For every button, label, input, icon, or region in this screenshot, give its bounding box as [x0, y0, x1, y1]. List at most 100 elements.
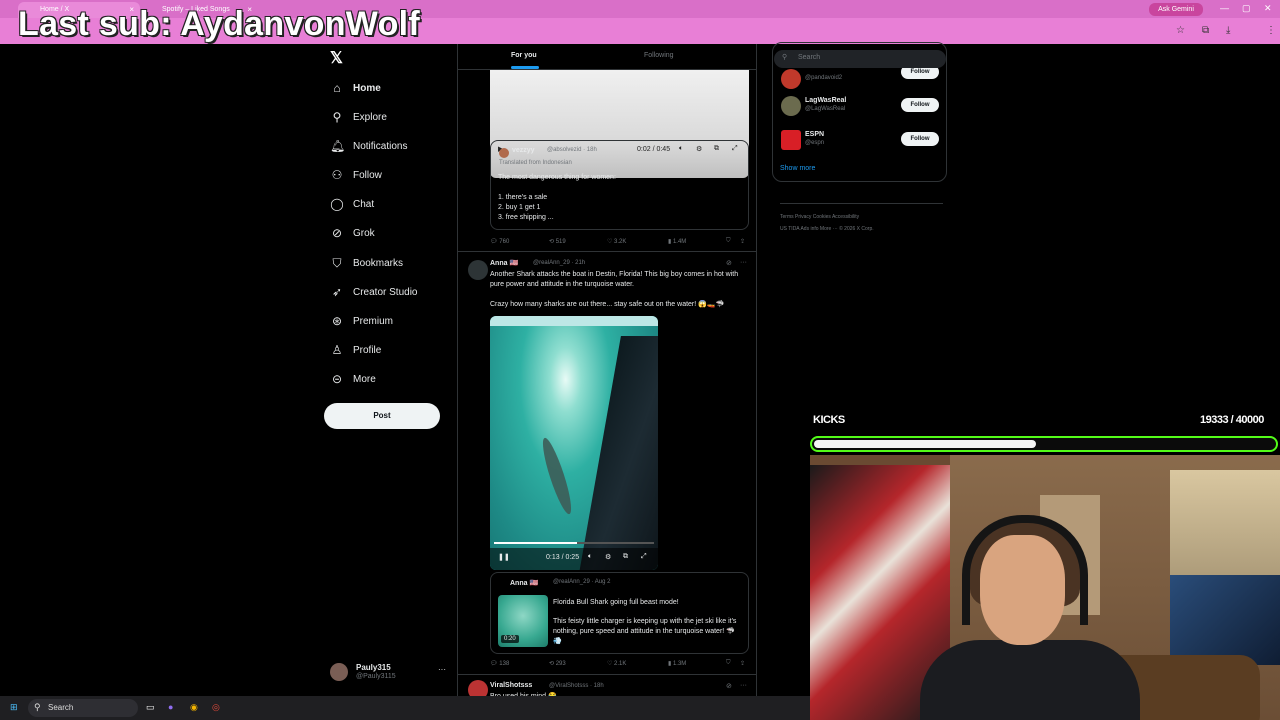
quoted-post[interactable]: Anna 🇺🇸 @realAnn_29 · Aug 2 0:20 Florida… [490, 572, 749, 654]
follow-suggestion[interactable]: ESPN @espn Follow [781, 128, 941, 154]
nav-explore[interactable]: ⚲ Explore [330, 106, 387, 128]
download-icon[interactable]: ⤓ [1226, 25, 1230, 36]
pip-icon[interactable]: ⧉ [623, 553, 628, 561]
tab-for-you[interactable]: For you [511, 52, 537, 59]
app-icon[interactable]: ● [168, 702, 173, 712]
kicks-goal-label: KICKS [813, 414, 845, 426]
follow-button[interactable]: Follow [901, 98, 939, 112]
bookmark-icon: ⛉ [332, 255, 342, 270]
nav-more[interactable]: ⊝ More [330, 368, 376, 390]
taskbar-search[interactable]: ⚲ Search [28, 699, 138, 717]
more-icon[interactable]: ··· [438, 665, 446, 674]
timeline-tabs: For you Following [458, 44, 756, 70]
account-handle: @pandavoid2 [805, 75, 843, 81]
footer-links[interactable]: Terms Privacy Cookies Accessibility [780, 214, 859, 220]
settings-icon[interactable]: ⚙ [605, 553, 611, 561]
search-icon: ⚲ [782, 54, 788, 61]
nav-label: Chat [353, 198, 375, 210]
grok-icon[interactable]: ⊘ [726, 259, 732, 267]
nav-label: Home [353, 82, 381, 94]
nav-notifications[interactable]: 🔔︎ Notifications [330, 135, 407, 157]
kicks-goal-count: 19333 / 40000 [1200, 414, 1264, 426]
like-button[interactable]: ♡ 3.2K [607, 238, 626, 245]
search-placeholder: Search [798, 54, 821, 61]
nav-home[interactable]: ⌂ Home [330, 77, 381, 99]
menu-icon[interactable]: ⋮ [1266, 25, 1276, 36]
rocket-icon: ➶ [331, 285, 343, 299]
grok-icon: ⊘ [331, 226, 343, 240]
author-name[interactable]: Anna 🇺🇸 [490, 259, 518, 267]
avatar[interactable] [468, 260, 488, 280]
account-switcher[interactable]: Pauly315 @Pauly3115 ··· [330, 661, 450, 685]
share-icon[interactable]: ⇪ [740, 238, 745, 245]
follow-button[interactable]: Follow [901, 132, 939, 146]
bookmark-icon[interactable]: ⛉ [726, 238, 731, 245]
quoted-post[interactable]: vezzyy @absolvezid · 18h Translated from… [490, 140, 749, 230]
more-icon[interactable]: ··· [740, 682, 747, 689]
nav-creator-studio[interactable]: ➶ Creator Studio [330, 281, 418, 303]
author-name: vezzyy [512, 147, 535, 154]
volume-icon[interactable]: 🔈︎ [588, 553, 592, 561]
post-button[interactable]: Post [324, 403, 440, 429]
browser-window-bar: Home / X × Spotify – Liked Songs × Ask Gem… [0, 0, 1280, 44]
maximize-icon[interactable]: ▢ [1242, 3, 1251, 14]
taskbar-search-label: Search [48, 703, 74, 712]
app-icon[interactable]: ◎ [212, 702, 220, 713]
account-name: LagWasReal [805, 97, 847, 104]
show-more-link[interactable]: Show more [780, 165, 815, 172]
minimize-icon[interactable]: — [1220, 3, 1229, 13]
x-logo-icon[interactable]: 𝕏 [330, 48, 343, 68]
author-handle[interactable]: @ViralShotsss · 18h [549, 683, 604, 689]
nav-follow[interactable]: ⚇ Follow [330, 164, 382, 186]
nav-label: Premium [353, 315, 394, 327]
grok-icon[interactable]: ⊘ [726, 682, 732, 690]
kicks-goal-fill [814, 440, 1036, 448]
more-icon[interactable]: ··· [740, 259, 747, 266]
nav-profile[interactable]: ♙ Profile [330, 339, 382, 361]
share-icon[interactable]: ⇪ [740, 660, 745, 667]
task-view-icon[interactable]: ▭ [146, 702, 155, 713]
nav-premium[interactable]: ⊛ Premium [330, 310, 393, 332]
divider [458, 251, 756, 252]
tab-following[interactable]: Following [644, 52, 674, 59]
post-text: 2. buy 1 get 1 [498, 204, 541, 211]
chat-icon: ◯ [330, 197, 344, 211]
author-handle[interactable]: @realAnn_29 · 21h [533, 260, 585, 266]
fullscreen-icon[interactable]: ⤢ [641, 553, 647, 561]
pause-icon[interactable]: ❚❚ [498, 553, 510, 561]
follow-suggestion[interactable]: @pandavoid2 Follow [781, 65, 941, 93]
profile-name: Pauly315 [356, 663, 391, 672]
nav-bookmarks[interactable]: ⛉ Bookmarks [330, 252, 403, 274]
nav-chat[interactable]: ◯ Chat [330, 193, 374, 215]
views-button[interactable]: ▮ 1.3M [668, 660, 686, 667]
author-name[interactable]: ViralShotsss [490, 682, 532, 689]
views-button[interactable]: ▮ 1.4M [668, 238, 686, 245]
star-icon[interactable]: ☆ [1176, 25, 1185, 36]
footer-links[interactable]: US TIDA Ads info More ··· © 2026 X Corp. [780, 226, 874, 232]
extensions-icon[interactable]: ⧉ [1202, 25, 1209, 36]
follow-suggestion[interactable]: LagWasReal @LagWasReal Follow [781, 94, 941, 120]
nav-grok[interactable]: ⊘ Grok [330, 222, 375, 244]
person-icon: ♙ [331, 343, 343, 357]
timeline: For you Following ▶ 0:02 / 0:45 🔈︎ ⚙ ⧉ ⤢… [457, 44, 757, 704]
like-button[interactable]: ♡ 2.1K [607, 660, 626, 667]
shark-video[interactable]: ❚❚ 0:13 / 0:25 🔈︎ ⚙ ⧉ ⤢ [490, 316, 658, 570]
video-duration: 0:20 [501, 635, 519, 643]
repost-button[interactable]: ⟲ 519 [549, 238, 566, 245]
close-window-icon[interactable]: ✕ [1264, 3, 1272, 14]
ask-gemini-button[interactable]: Ask Gemini [1149, 3, 1203, 16]
bookmark-icon[interactable]: ⛉ [726, 660, 731, 667]
webcam-poster [1170, 575, 1280, 665]
reply-button[interactable]: 💬︎ 138 [490, 660, 509, 667]
repost-button[interactable]: ⟲ 293 [549, 660, 566, 667]
search-input[interactable]: ⚲ Search [774, 50, 946, 68]
windows-start-icon[interactable]: ⊞ [10, 702, 18, 713]
avatar [499, 148, 509, 158]
post-actions: 💬︎ 760 ⟲ 519 ♡ 3.2K ▮ 1.4M ⛉ ⇪ [490, 236, 749, 248]
chrome-icon[interactable]: ◉ [190, 702, 198, 713]
post-text: Another Shark attacks the boat in Destin… [490, 271, 739, 288]
post-text: Florida Bull Shark going full beast mode… [553, 599, 679, 606]
reply-button[interactable]: 💬︎ 760 [490, 238, 509, 245]
search-icon: ⚲ [34, 702, 41, 712]
video-progress-fill [494, 542, 577, 544]
